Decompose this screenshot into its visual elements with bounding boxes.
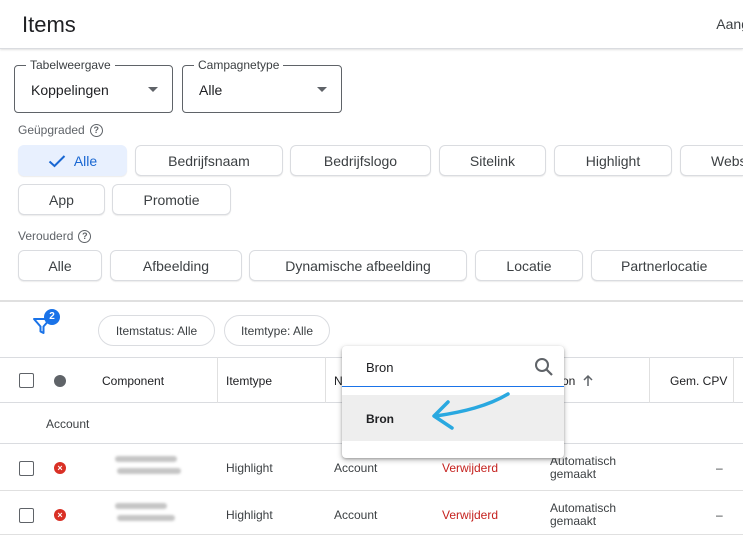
chip-promotion[interactable]: Promotie (112, 184, 231, 215)
chip-label: Alle (73, 152, 98, 169)
chip-dynamic-image[interactable]: Dynamische afbeelding (249, 250, 467, 281)
column-separator (217, 357, 218, 403)
page-title: Items (22, 12, 76, 37)
upgraded-label-text: Geüpgraded (18, 123, 85, 137)
chip-label: Locatie (506, 257, 552, 274)
column-header-source[interactable]: on (562, 358, 595, 404)
header-action-link[interactable]: Aang (716, 16, 743, 32)
chip-partner-location[interactable]: Partnerlocatie (591, 250, 743, 281)
filter-chip-label: Itemtype: Alle (240, 323, 314, 338)
campaign-type-value: Alle (199, 82, 223, 98)
status-cell: Verwijderd (442, 508, 499, 522)
status-cell: Verwijderd (442, 461, 499, 475)
column-search-input[interactable]: Bron (342, 346, 564, 387)
item-type-cell: Highlight (226, 508, 273, 522)
table-row: × Highlight Account Verwijderd Automatis… (0, 491, 743, 535)
chip-highlight[interactable]: Highlight (554, 145, 672, 176)
campaign-type-select[interactable]: Campagnetype Alle (182, 58, 342, 113)
table-view-value: Koppelingen (31, 82, 109, 98)
source-line-2: gemaakt (550, 467, 597, 481)
legacy-section-label: Verouderd ? (18, 229, 92, 243)
chip-label: Sitelink (469, 152, 516, 169)
avg-cpv-cell: – (716, 508, 723, 522)
removed-status-icon: × (54, 509, 66, 521)
chip-label: Promotie (143, 191, 200, 208)
column-option-label: Bron (366, 412, 394, 426)
removed-status-icon: × (54, 462, 66, 474)
source-line-2: gemaakt (550, 514, 597, 528)
source-line-1: Automatisch (550, 501, 617, 515)
section-divider (0, 300, 743, 302)
chip-label: App (49, 191, 74, 208)
chip-sitelink[interactable]: Sitelink (439, 145, 546, 176)
level-cell: Account (334, 461, 378, 475)
blurred-component-preview (115, 454, 185, 480)
column-header-source-label: on (562, 374, 576, 388)
chip-website[interactable]: Webs (680, 145, 743, 176)
column-separator (649, 357, 650, 403)
table-view-label: Tabelweergave (26, 58, 115, 72)
chip-app[interactable]: App (18, 184, 105, 215)
chip-image[interactable]: Afbeelding (110, 250, 242, 281)
help-icon[interactable]: ? (78, 229, 92, 243)
avg-cpv-cell: – (716, 461, 723, 475)
column-header-item-type[interactable]: Itemtype (226, 358, 272, 404)
row-checkbox[interactable] (19, 461, 34, 476)
annotation-arrow-icon (432, 392, 510, 430)
source-cell: Automatisch gemaakt (550, 502, 616, 528)
chip-business-logo[interactable]: Bedrijfslogo (290, 145, 431, 176)
blurred-component-preview (115, 501, 185, 527)
source-cell: Automatisch gemaakt (550, 455, 616, 481)
chip-label: Bedrijfsnaam (168, 152, 250, 169)
item-type-cell: Highlight (226, 461, 273, 475)
row-checkbox[interactable] (19, 508, 34, 523)
status-dot-icon (54, 375, 66, 387)
help-icon[interactable]: ? (89, 123, 103, 137)
select-all-checkbox[interactable] (19, 373, 34, 388)
chip-legacy-all[interactable]: Alle (18, 250, 102, 281)
group-label: Account (46, 417, 90, 431)
filter-chip-item-status[interactable]: Itemstatus: Alle (98, 315, 215, 346)
chip-label: Partnerlocatie (621, 257, 708, 274)
chip-upgraded-all[interactable]: Alle (18, 145, 127, 176)
table-view-select[interactable]: Tabelweergave Koppelingen (14, 58, 173, 113)
search-icon[interactable] (534, 357, 554, 377)
chip-business-name[interactable]: Bedrijfsnaam (135, 145, 283, 176)
chip-label: Webs (711, 152, 743, 169)
column-search-value: Bron (366, 360, 394, 375)
filter-chip-item-type[interactable]: Itemtype: Alle (224, 315, 330, 346)
column-separator (733, 357, 734, 403)
chip-label: Alle (48, 257, 72, 274)
filter-count-badge: 2 (44, 309, 60, 325)
chip-label: Dynamische afbeelding (285, 257, 431, 274)
page-header: Items Aang (0, 0, 743, 49)
column-separator (325, 357, 326, 403)
upgraded-section-label: Geüpgraded ? (18, 123, 103, 137)
column-header-avg-cpv[interactable]: Gem. CPV (670, 358, 727, 404)
campaign-type-label: Campagnetype (194, 58, 284, 72)
column-header-component[interactable]: Component (102, 358, 164, 404)
caret-down-icon (148, 87, 158, 92)
chip-label: Highlight (585, 152, 641, 169)
legacy-label-text: Verouderd (18, 229, 74, 243)
caret-down-icon (317, 87, 327, 92)
filter-chip-label: Itemstatus: Alle (115, 323, 198, 338)
sort-ascending-icon (583, 374, 593, 386)
chip-label: Afbeelding (142, 257, 210, 274)
chip-location[interactable]: Locatie (475, 250, 583, 281)
level-cell: Account (334, 508, 378, 522)
chip-label: Bedrijfslogo (323, 152, 398, 169)
checkmark-icon (48, 154, 66, 167)
